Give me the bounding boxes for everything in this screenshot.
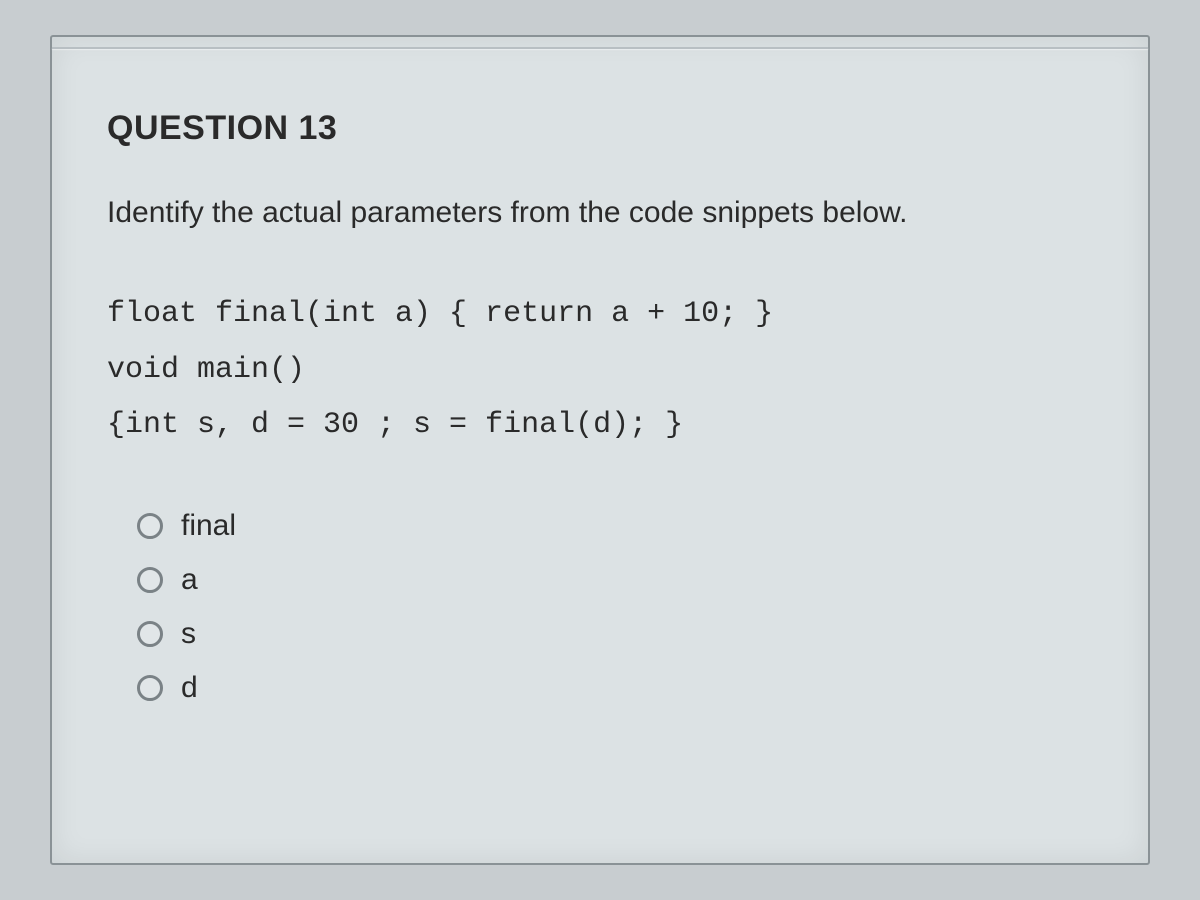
code-line-1: float final(int a) { return a + 10; } — [107, 297, 773, 331]
option-row: d — [137, 671, 1093, 705]
question-prompt: Identify the actual parameters from the … — [107, 193, 1093, 232]
code-line-3: {int s, d = 30 ; s = final(d); } — [107, 408, 683, 442]
option-radio-s[interactable] — [137, 621, 163, 647]
option-row: s — [137, 617, 1093, 651]
option-label[interactable]: s — [181, 617, 196, 651]
option-label[interactable]: d — [181, 671, 198, 705]
option-radio-d[interactable] — [137, 675, 163, 701]
option-row: final — [137, 509, 1093, 543]
code-snippet: float final(int a) { return a + 10; } vo… — [107, 287, 1093, 454]
option-radio-a[interactable] — [137, 567, 163, 593]
panel-divider — [52, 47, 1148, 49]
question-panel: QUESTION 13 Identify the actual paramete… — [50, 35, 1150, 865]
option-radio-final[interactable] — [137, 513, 163, 539]
option-row: a — [137, 563, 1093, 597]
code-line-2: void main() — [107, 353, 305, 387]
option-label[interactable]: a — [181, 563, 198, 597]
options-group: final a s d — [107, 509, 1093, 705]
question-content: QUESTION 13 Identify the actual paramete… — [52, 89, 1148, 705]
option-label[interactable]: final — [181, 509, 236, 543]
question-title: QUESTION 13 — [107, 109, 1093, 148]
